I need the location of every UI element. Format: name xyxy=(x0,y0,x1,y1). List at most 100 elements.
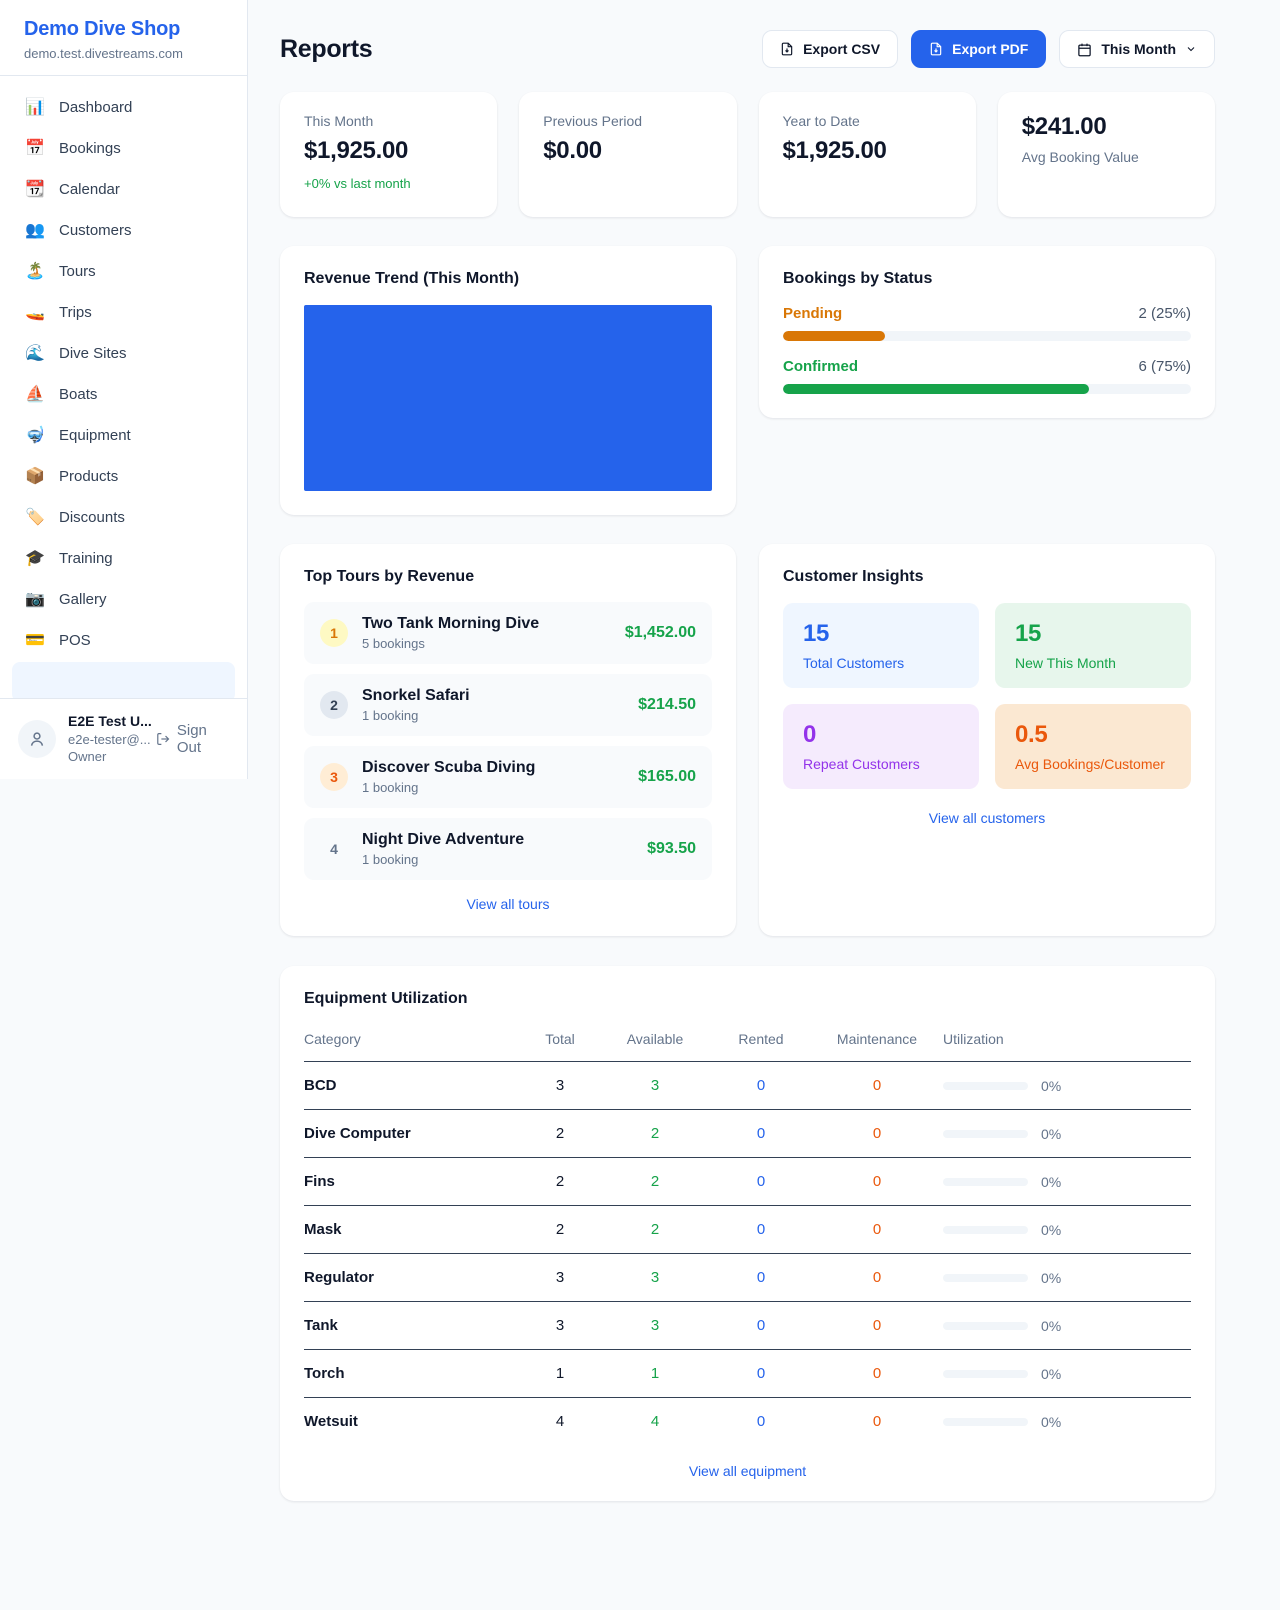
sidebar-item-equipment[interactable]: 🤿 Equipment xyxy=(12,416,235,456)
rank-badge: 3 xyxy=(320,763,348,791)
export-csv-label: Export CSV xyxy=(803,41,880,57)
sidebar-item-pos[interactable]: 💳 POS xyxy=(12,621,235,661)
tour-revenue: $93.50 xyxy=(647,840,696,858)
sidebar-item-label: Dive Sites xyxy=(59,344,127,364)
sidebar-item-dive-sites[interactable]: 🌊 Dive Sites xyxy=(12,334,235,374)
stat-value: $1,925.00 xyxy=(783,137,952,165)
sailboat-icon: ⛵ xyxy=(24,385,46,405)
equip-utilization: 0% xyxy=(943,1126,1191,1142)
sidebar-item-selected-partial[interactable] xyxy=(12,662,235,698)
sidebar-item-label: Products xyxy=(59,467,118,487)
tag-icon: 🏷️ xyxy=(24,508,46,528)
equip-category: Tank xyxy=(304,1317,521,1334)
table-row: Mask 2 2 0 0 0% xyxy=(304,1206,1191,1254)
sidebar: Demo Dive Shop demo.test.divestreams.com… xyxy=(0,0,248,779)
insight-label: Avg Bookings/Customer xyxy=(1015,756,1171,772)
stat-label: Avg Booking Value xyxy=(1022,149,1191,165)
equip-category: Mask xyxy=(304,1221,521,1238)
view-all-tours-link[interactable]: View all tours xyxy=(304,896,712,912)
sidebar-item-customers[interactable]: 👥 Customers xyxy=(12,211,235,251)
tour-bookings: 1 booking xyxy=(362,780,535,795)
equip-total: 3 xyxy=(521,1077,599,1094)
equipment-utilization-card: Equipment Utilization Category Total Ava… xyxy=(280,966,1215,1501)
sidebar-item-label: Calendar xyxy=(59,180,120,200)
equip-available: 1 xyxy=(599,1365,711,1382)
col-total: Total xyxy=(521,1031,599,1047)
tour-list: 1 Two Tank Morning Dive 5 bookings $1,45… xyxy=(304,602,712,880)
sidebar-item-trips[interactable]: 🚤 Trips xyxy=(12,293,235,333)
sign-out-button[interactable]: Sign Out xyxy=(156,722,229,756)
utilization-pct: 0% xyxy=(1041,1126,1061,1142)
file-download-icon xyxy=(929,42,943,56)
insight-label: New This Month xyxy=(1015,655,1171,671)
utilization-track xyxy=(943,1274,1028,1282)
equip-total: 2 xyxy=(521,1125,599,1142)
utilization-pct: 0% xyxy=(1041,1366,1061,1382)
stat-label: Year to Date xyxy=(783,113,952,129)
equip-rented: 0 xyxy=(711,1413,811,1430)
table-row: Torch 1 1 0 0 0% xyxy=(304,1350,1191,1398)
stat-value: $0.00 xyxy=(543,137,712,165)
equip-category: Torch xyxy=(304,1365,521,1382)
sidebar-item-discounts[interactable]: 🏷️ Discounts xyxy=(12,498,235,538)
rank-badge: 2 xyxy=(320,691,348,719)
utilization-pct: 0% xyxy=(1041,1318,1061,1334)
sidebar-item-label: Dashboard xyxy=(59,98,132,118)
sidebar-item-label: Gallery xyxy=(59,590,107,610)
stat-delta: +0% vs last month xyxy=(304,176,473,191)
sidebar-item-training[interactable]: 🎓 Training xyxy=(12,539,235,579)
equip-category: Dive Computer xyxy=(304,1125,521,1142)
sidebar-item-calendar[interactable]: 📆 Calendar xyxy=(12,170,235,210)
sidebar-item-gallery[interactable]: 📷 Gallery xyxy=(12,580,235,620)
stat-card-avg-booking-value: $241.00 Avg Booking Value xyxy=(998,92,1215,217)
tour-row: 4 Night Dive Adventure 1 booking $93.50 xyxy=(304,818,712,880)
sign-out-icon xyxy=(156,731,170,747)
chevron-down-icon xyxy=(1185,43,1197,55)
sidebar-item-label: Trips xyxy=(59,303,92,323)
sidebar-item-tours[interactable]: 🏝️ Tours xyxy=(12,252,235,292)
calendar-icon xyxy=(1077,42,1092,57)
sidebar-item-products[interactable]: 📦 Products xyxy=(12,457,235,497)
stat-value: $241.00 xyxy=(1022,113,1191,141)
insights-grid: 15 Total Customers 15 New This Month 0 R… xyxy=(783,603,1191,789)
equip-total: 3 xyxy=(521,1317,599,1334)
tour-name: Discover Scuba Diving xyxy=(362,759,535,777)
insight-total-customers: 15 Total Customers xyxy=(783,603,979,688)
user-meta: E2E Test U... e2e-tester@... Owner xyxy=(68,712,144,766)
equip-utilization: 0% xyxy=(943,1078,1191,1094)
equip-category: BCD xyxy=(304,1077,521,1094)
brand-block: Demo Dive Shop demo.test.divestreams.com xyxy=(0,0,247,76)
stat-label: This Month xyxy=(304,113,473,129)
user-role: Owner xyxy=(68,748,144,766)
export-pdf-button[interactable]: Export PDF xyxy=(911,30,1046,68)
bookings-by-status-title: Bookings by Status xyxy=(783,270,1191,288)
stat-label: Previous Period xyxy=(543,113,712,129)
view-all-equipment-link[interactable]: View all equipment xyxy=(304,1463,1191,1479)
equip-maintenance: 0 xyxy=(811,1077,943,1094)
tour-name: Night Dive Adventure xyxy=(362,831,524,849)
insight-value: 0.5 xyxy=(1015,721,1171,749)
sidebar-item-bookings[interactable]: 📅 Bookings xyxy=(12,129,235,169)
header-actions: Export CSV Export PDF This Month xyxy=(762,30,1215,68)
insight-value: 15 xyxy=(803,620,959,648)
progress-fill-pending xyxy=(783,331,885,341)
tour-row: 3 Discover Scuba Diving 1 booking $165.0… xyxy=(304,746,712,808)
view-all-customers-link[interactable]: View all customers xyxy=(783,810,1191,826)
equip-available: 3 xyxy=(599,1077,711,1094)
utilization-track xyxy=(943,1322,1028,1330)
customer-insights-card: Customer Insights 15 Total Customers 15 … xyxy=(759,544,1215,936)
equip-rented: 0 xyxy=(711,1173,811,1190)
sidebar-item-label: Tours xyxy=(59,262,96,282)
sidebar-item-dashboard[interactable]: 📊 Dashboard xyxy=(12,88,235,128)
stat-card-year-to-date: Year to Date $1,925.00 xyxy=(759,92,976,217)
equip-maintenance: 0 xyxy=(811,1269,943,1286)
equip-rented: 0 xyxy=(711,1269,811,1286)
export-csv-button[interactable]: Export CSV xyxy=(762,30,898,68)
status-count: 2 (25%) xyxy=(1138,305,1191,322)
equipment-utilization-title: Equipment Utilization xyxy=(304,990,1191,1008)
page-header: Reports Export CSV Export PDF This Month xyxy=(280,30,1215,68)
period-dropdown[interactable]: This Month xyxy=(1059,30,1215,68)
sidebar-item-boats[interactable]: ⛵ Boats xyxy=(12,375,235,415)
sidebar-item-label: Discounts xyxy=(59,508,125,528)
equip-category: Wetsuit xyxy=(304,1413,521,1430)
